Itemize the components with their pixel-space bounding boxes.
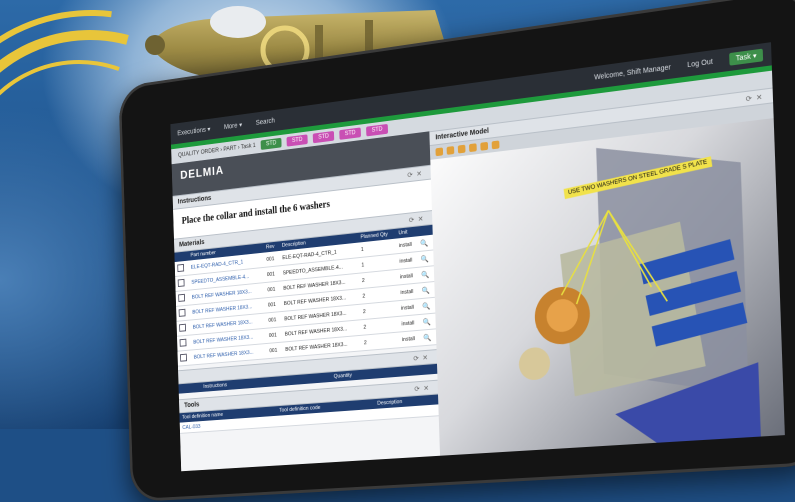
panel-controls-icon[interactable]: ⟳✕ [746, 92, 767, 103]
checkbox[interactable] [177, 278, 185, 287]
revision: 001 [265, 296, 282, 314]
magnify-icon[interactable]: 🔍 [418, 281, 436, 299]
panel-controls-icon[interactable]: ⟳✕ [409, 214, 427, 224]
fit-icon[interactable] [469, 143, 478, 153]
checkbox[interactable] [179, 338, 187, 347]
logout-link[interactable]: Log Out [687, 58, 713, 69]
planned-qty: 2 [360, 332, 400, 351]
rotate-icon[interactable] [435, 147, 444, 157]
nav-executions[interactable]: Executions ▾ [177, 125, 210, 137]
checkbox[interactable] [180, 353, 187, 362]
welcome-text: Welcome, Shift Manager [593, 63, 671, 82]
row-checkbox[interactable] [177, 350, 192, 367]
task-button[interactable]: Task ▾ [729, 48, 764, 66]
section-icon[interactable] [480, 141, 489, 151]
revision: 001 [266, 342, 283, 359]
pan-icon[interactable] [446, 146, 455, 155]
nav-more[interactable]: More ▾ [224, 121, 242, 131]
checkbox[interactable] [178, 308, 186, 317]
tab-std-3[interactable]: STD [312, 130, 335, 144]
tab-std-5[interactable]: STD [366, 123, 389, 137]
measure-icon[interactable] [491, 140, 500, 150]
tablet-screen: Executions ▾ More ▾ Search Welcome, Shif… [170, 42, 785, 472]
column-header[interactable] [178, 382, 201, 394]
magnify-icon[interactable]: 🔍 [419, 297, 436, 315]
checkbox[interactable] [178, 293, 186, 302]
magnify-icon[interactable]: 🔍 [417, 234, 434, 252]
row-checkbox[interactable] [176, 320, 191, 337]
panel-controls-icon[interactable]: ⟳✕ [414, 384, 432, 393]
materials-title: Materials [179, 239, 205, 249]
magnify-icon[interactable]: 🔍 [417, 249, 435, 268]
viewer-pane[interactable]: Interactive Model ⟳✕ USE TWO WASHERS ON … [429, 87, 785, 456]
row-checkbox[interactable] [174, 260, 189, 277]
zoom-icon[interactable] [458, 144, 466, 154]
row-checkbox[interactable] [175, 275, 190, 292]
tools-title: Tools [184, 401, 200, 410]
revision: 001 [265, 311, 282, 329]
instructions-title: Instructions [177, 195, 212, 206]
tab-std-2[interactable]: STD [286, 134, 308, 147]
3d-model-view[interactable] [430, 116, 784, 456]
checkbox[interactable] [177, 263, 185, 272]
checkbox[interactable] [179, 323, 186, 332]
tablet-device: Executions ▾ More ▾ Search Welcome, Shif… [118, 0, 795, 502]
revision: 001 [266, 326, 283, 344]
magnify-icon[interactable]: 🔍 [420, 328, 437, 346]
revision: 001 [264, 281, 281, 298]
revision: 001 [264, 265, 281, 283]
panel-controls-icon[interactable]: ⟳✕ [413, 353, 431, 362]
row-checkbox[interactable] [177, 335, 191, 352]
row-checkbox[interactable] [176, 305, 191, 322]
magnify-icon[interactable]: 🔍 [418, 265, 435, 284]
tab-std-4[interactable]: STD [339, 127, 362, 140]
left-pane: DELMIA Instructions ⟳✕ Place the collar … [171, 131, 443, 472]
nav-search[interactable]: Search [256, 117, 275, 126]
magnify-icon[interactable]: 🔍 [419, 313, 437, 331]
tab-std-1[interactable]: STD [260, 137, 282, 150]
brand-name: DELMIA [180, 163, 225, 182]
unit: install [399, 330, 421, 348]
row-checkbox[interactable] [175, 290, 190, 307]
panel-controls-icon[interactable]: ⟳✕ [407, 169, 425, 179]
